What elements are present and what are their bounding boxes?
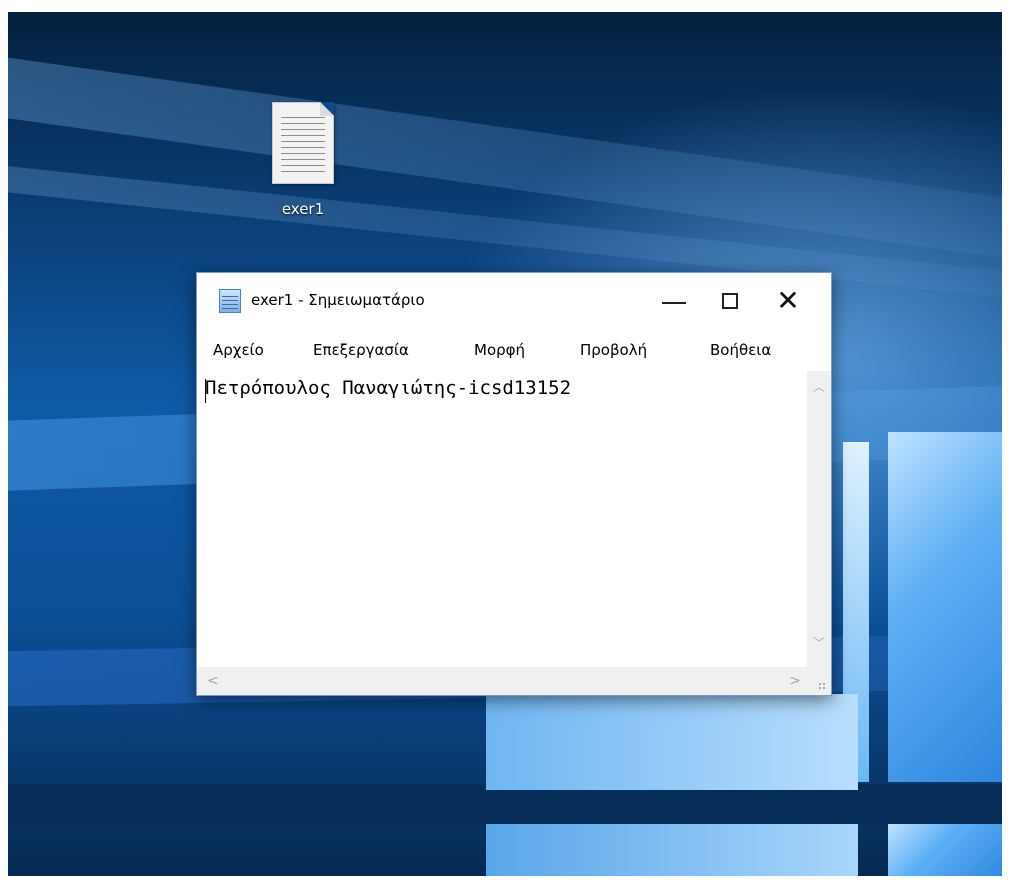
menu-bar: Αρχείο Επεξεργασία Μορφή Προβολή Βοήθεια <box>197 341 831 369</box>
close-icon: ✕ <box>776 284 800 317</box>
notepad-icon[interactable] <box>219 289 241 313</box>
minimize-button[interactable] <box>649 273 699 329</box>
scroll-up-icon[interactable]: ︿ <box>807 377 831 397</box>
editor-content[interactable]: Πετρόπουλος Παναγιώτης-icsd13152 <box>205 377 571 399</box>
menu-format[interactable]: Μορφή <box>474 341 525 359</box>
windows-logo-pane <box>888 824 1002 876</box>
notepad-window: exer1 - Σημειωματάριο ✕ Αρχείο Επεξεργασ… <box>196 272 832 696</box>
desktop-icon-exer1[interactable]: exer1 <box>258 102 348 218</box>
minimize-icon <box>662 302 686 304</box>
maximize-icon <box>722 293 738 309</box>
horizontal-scrollbar[interactable]: < > <box>197 667 807 695</box>
resize-grip-icon[interactable] <box>807 667 831 695</box>
text-file-icon <box>272 102 334 184</box>
scroll-left-icon[interactable]: < <box>203 667 223 695</box>
window-title: exer1 - Σημειωματάριο <box>251 291 425 309</box>
wallpaper-band <box>8 784 1002 824</box>
scroll-down-icon[interactable]: ﹀ <box>807 633 831 653</box>
menu-file[interactable]: Αρχείο <box>213 341 264 359</box>
close-button[interactable]: ✕ <box>763 273 813 329</box>
windows-logo-pane <box>888 432 1002 782</box>
windows-logo-pane <box>486 824 858 876</box>
text-caret <box>205 379 206 403</box>
windows-logo-pane <box>486 694 858 790</box>
menu-help[interactable]: Βοήθεια <box>710 341 771 359</box>
desktop-icon-label: exer1 <box>281 200 325 218</box>
title-bar[interactable]: exer1 - Σημειωματάριο ✕ <box>197 273 831 329</box>
scroll-right-icon[interactable]: > <box>785 667 805 695</box>
maximize-button[interactable] <box>705 273 755 329</box>
menu-view[interactable]: Προβολή <box>580 341 647 359</box>
menu-edit[interactable]: Επεξεργασία <box>313 341 409 359</box>
vertical-scrollbar[interactable]: ︿ ﹀ <box>807 371 831 667</box>
text-editor[interactable]: Πετρόπουλος Παναγιώτης-icsd13152 <box>197 371 809 667</box>
desktop: exer1 exer1 - Σημειωματάριο ✕ Αρχείο Επε… <box>8 12 1002 876</box>
